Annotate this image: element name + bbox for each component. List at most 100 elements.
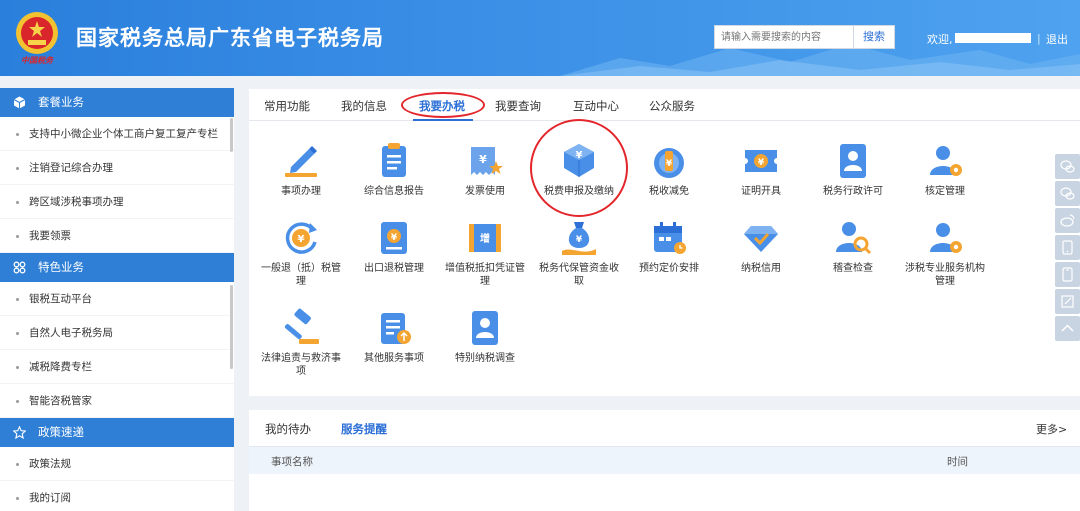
tab-my-todo[interactable]: 我的待办 (265, 421, 311, 437)
highlight-circle (530, 119, 628, 217)
func-label: 法律追责与救济事项 (261, 353, 341, 377)
chat-icon (1060, 187, 1075, 200)
tab-service-reminder[interactable]: 服务提醒 (341, 421, 387, 437)
tab-my-info[interactable]: 我的信息 (341, 98, 387, 114)
column-header-time: 时间 (947, 456, 968, 468)
gavel-icon (284, 308, 319, 344)
func-label: 税收减免 (649, 186, 689, 197)
chat-button[interactable] (1055, 181, 1080, 206)
func-label: 综合信息报告 (364, 186, 424, 197)
sidebar-item-deregistration[interactable]: 注销登记综合办理 (0, 151, 234, 185)
user-gear-icon (930, 146, 962, 176)
cube-icon (13, 96, 26, 109)
tab-common[interactable]: 常用功能 (264, 98, 310, 114)
pen-icon (285, 146, 317, 177)
tab-public-service[interactable]: 公众服务 (649, 98, 695, 114)
special-survey-icon (472, 311, 498, 345)
search-button[interactable]: 搜索 (853, 25, 895, 49)
feedback-button[interactable] (1055, 289, 1080, 314)
func-item-admin-license[interactable]: 税务行政许可 (811, 141, 895, 198)
tax-emblem-icon (16, 12, 58, 54)
sidebar-section-featured[interactable]: 特色业务 (0, 253, 234, 282)
diamond-icon (744, 226, 778, 252)
sidebar-item-smart-advisor[interactable]: 智能咨税管家 (0, 384, 234, 418)
sidebar-item-resume-work[interactable]: 支持中小微企业个体工商户复工复产专栏 (0, 117, 234, 151)
license-icon (840, 144, 866, 178)
sidebar-scrollbar[interactable] (230, 285, 233, 369)
func-item-matters[interactable]: 事项办理 (259, 141, 343, 198)
search-input[interactable] (714, 25, 854, 49)
svg-text:¥: ¥ (666, 159, 673, 169)
svg-text:¥: ¥ (479, 153, 487, 166)
back-to-top-button[interactable] (1055, 316, 1080, 341)
func-item-pricing-arrangement[interactable]: 预约定价安排 (627, 218, 711, 275)
sidebar-item-bank-tax[interactable]: 银税互动平台 (0, 282, 234, 316)
func-item-verification[interactable]: 核定管理 (903, 141, 987, 198)
inspect-icon (836, 222, 872, 255)
func-item-refund[interactable]: ¥ 一般退（抵）税管理 (259, 218, 343, 288)
sidebar-item-subscription[interactable]: 我的订阅 (0, 481, 234, 511)
func-item-invoice[interactable]: ¥ 发票使用 (443, 141, 527, 198)
sidebar-item-get-invoice[interactable]: 我要领票 (0, 219, 234, 253)
tab-query[interactable]: 我要查询 (495, 98, 541, 114)
certificate-icon: ¥ (745, 150, 777, 172)
func-item-tax-credit[interactable]: 纳税信用 (719, 218, 803, 275)
top-header: 中国税务 国家税务总局广东省电子税务局 搜索 欢迎, | 退出 (0, 0, 1080, 76)
func-label: 发票使用 (465, 186, 505, 197)
sidebar-scrollbar[interactable] (230, 118, 233, 152)
func-item-custody-funds[interactable]: ¥ 税务代保管资金收取 (537, 218, 621, 288)
phone-icon (1062, 240, 1073, 255)
more-link[interactable]: 更多> (1036, 421, 1067, 437)
func-item-info-report[interactable]: 综合信息报告 (352, 141, 436, 198)
func-item-vat-voucher[interactable]: 增 增值税抵扣凭证管理 (443, 218, 527, 288)
svg-text:增: 增 (480, 232, 490, 245)
func-label: 增值税抵扣凭证管理 (445, 263, 525, 287)
func-item-other-service[interactable]: 其他服务事项 (352, 308, 436, 365)
sidebar-section-title: 套餐业务 (38, 95, 84, 109)
mobile-button[interactable] (1055, 262, 1080, 287)
func-item-agency[interactable]: 涉税专业服务机构管理 (903, 218, 987, 288)
mobile-icon (1062, 267, 1073, 282)
star-icon (13, 426, 26, 439)
phone-button[interactable] (1055, 235, 1080, 260)
float-toolbar (1055, 154, 1080, 344)
table-header: 事项名称 时间 (249, 446, 1080, 474)
tab-interaction[interactable]: 互动中心 (573, 98, 619, 114)
tab-bar: 常用功能 我的信息 我要办税 我要查询 互动中心 公众服务 (249, 89, 1080, 121)
func-label: 税务代保管资金收取 (539, 263, 619, 287)
chat-icon (1060, 160, 1075, 173)
func-label: 出口退税管理 (364, 263, 424, 274)
sidebar-item-cross-region[interactable]: 跨区域涉税事项办理 (0, 185, 234, 219)
invoice-icon: ¥ (471, 147, 503, 175)
sidebar-item-policy-law[interactable]: 政策法规 (0, 447, 234, 481)
func-label: 涉税专业服务机构管理 (905, 263, 985, 287)
svg-text:¥: ¥ (758, 158, 765, 168)
logout-link[interactable]: 退出 (1046, 31, 1068, 47)
func-label: 证明开具 (741, 186, 781, 197)
func-item-export-refund[interactable]: ¥ 出口退税管理 (352, 218, 436, 275)
sidebar-item-natural-person[interactable]: 自然人电子税务局 (0, 316, 234, 350)
func-item-legal-relief[interactable]: 法律追责与救济事项 (259, 308, 343, 378)
func-label: 稽查检查 (833, 263, 873, 274)
func-item-special-survey[interactable]: 特别纳税调查 (443, 308, 527, 365)
svg-text:¥: ¥ (298, 234, 305, 245)
tax-relief-icon: ¥ (654, 148, 684, 178)
edit-icon (1061, 295, 1074, 308)
svg-text:¥: ¥ (576, 235, 583, 245)
func-label: 其他服务事项 (364, 353, 424, 364)
refund-icon: ¥ (285, 222, 317, 254)
highlight-circle (401, 92, 485, 118)
chat-button[interactable] (1055, 154, 1080, 179)
func-item-tax-relief[interactable]: ¥ 税收减免 (627, 141, 711, 198)
func-label: 预约定价安排 (639, 263, 699, 274)
sidebar-section-package[interactable]: 套餐业务 (0, 88, 234, 117)
svg-text:¥: ¥ (391, 233, 398, 243)
export-refund-icon: ¥ (381, 222, 407, 254)
vat-voucher-icon: 增 (469, 224, 501, 252)
sidebar-section-policy[interactable]: 政策速递 (0, 418, 234, 447)
func-label: 核定管理 (925, 186, 965, 197)
sidebar-item-tax-cut[interactable]: 减税降费专栏 (0, 350, 234, 384)
func-item-certificate[interactable]: ¥ 证明开具 (719, 141, 803, 198)
func-item-audit[interactable]: 稽查检查 (811, 218, 895, 275)
weibo-button[interactable] (1055, 208, 1080, 233)
